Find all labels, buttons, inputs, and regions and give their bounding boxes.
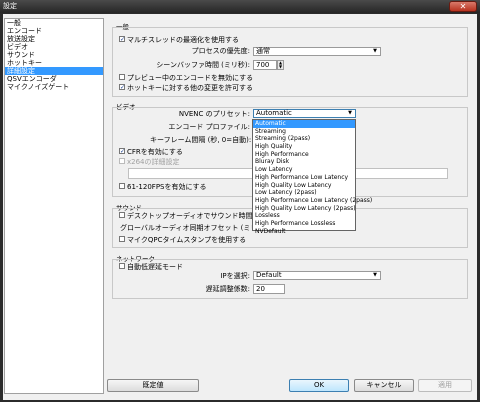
auto-low-latency-label: 自動低遅延モード (127, 263, 183, 271)
mic-qpc-checkbox[interactable] (119, 236, 125, 242)
disable-preview-encode-option[interactable]: プレビュー中のエンコードを無効にする (119, 74, 253, 82)
scene-buffer-value: 700 (256, 61, 270, 69)
chevron-down-icon: ▼ (373, 272, 377, 278)
nvenc-preset-dropdown: Automatic Streaming Streaming (2pass) Hi… (252, 119, 372, 235)
chevron-down-icon: ▼ (348, 110, 352, 116)
cancel-button[interactable]: キャンセル (354, 379, 414, 392)
auto-low-latency-checkbox[interactable] (119, 263, 125, 269)
dropdown-option[interactable]: Streaming (253, 128, 355, 136)
x264-option[interactable]: x264の詳細設定 (119, 158, 180, 166)
apply-button[interactable]: 適用 (418, 379, 472, 392)
dropdown-option[interactable]: Streaming (2pass) (253, 135, 355, 143)
fps-label: 61-120FPSを有効にする (127, 183, 207, 191)
sidebar-item-general[interactable]: 一般 (5, 19, 103, 27)
dropdown-option[interactable]: High Performance Low Latency (2pass) (253, 197, 372, 205)
sidebar-item-qsv-encoder[interactable]: QSVエンコーダ (5, 75, 103, 83)
multithread-label: マルチスレッドの最適化を使用する (127, 36, 239, 44)
multithread-option[interactable]: ✓ マルチスレッドの最適化を使用する (119, 36, 239, 44)
sidebar-item-encode[interactable]: エンコード (5, 27, 103, 35)
scene-buffer-input[interactable]: 700 (253, 60, 277, 70)
latency-factor-input[interactable]: 20 (253, 284, 285, 294)
keyframe-interval-label: キーフレーム間隔 (秒, 0=自動): (150, 136, 252, 144)
chevron-down-icon: ▼ (373, 48, 377, 54)
global-offset-label: グローバルオーディオ同期オフセット (ミリ秒): (120, 224, 270, 232)
nvenc-preset-label: NVENC のプリセット: (178, 110, 250, 118)
close-button[interactable]: ✕ (449, 1, 477, 12)
scene-buffer-stepper[interactable]: ▲ ▼ (277, 60, 284, 70)
latency-factor-value: 20 (256, 285, 265, 293)
disable-preview-encode-checkbox[interactable] (119, 74, 125, 80)
dropdown-option[interactable]: High Performance (253, 151, 355, 159)
encode-profile-label: エンコード プロファイル: (168, 123, 250, 131)
dropdown-option[interactable]: High Quality (253, 143, 355, 151)
sidebar-item-sound[interactable]: サウンド (5, 51, 103, 59)
allow-hotkey-change-checkbox[interactable]: ✓ (119, 84, 125, 91)
sidebar-item-advanced[interactable]: 詳細設定 (5, 67, 103, 75)
dropdown-option[interactable]: High Performance Lossless (253, 220, 355, 228)
ok-button[interactable]: OK (289, 379, 349, 392)
fps-option[interactable]: 61-120FPSを有効にする (119, 183, 207, 191)
allow-hotkey-change-option[interactable]: ✓ ホットキーに対する他の変更を許可する (119, 84, 253, 92)
disable-preview-encode-label: プレビュー中のエンコードを無効にする (127, 74, 254, 82)
cfr-checkbox[interactable]: ✓ (119, 148, 125, 155)
sidebar-item-mic-noise-gate[interactable]: マイクノイズゲート (5, 83, 103, 91)
priority-value: 通常 (256, 47, 270, 55)
ip-value: Default (256, 271, 282, 279)
dropdown-option[interactable]: High Quality Low Latency (253, 182, 355, 190)
scene-buffer-label: シーンバッファ時間 (ミリ秒): (156, 61, 250, 69)
ip-label: IPを選択: (220, 272, 250, 280)
fps-checkbox[interactable] (119, 183, 125, 189)
window-title: 設定 (3, 2, 17, 10)
dropdown-option[interactable]: Lossless (253, 212, 355, 220)
latency-factor-label: 遅延調整係数: (205, 285, 250, 293)
priority-select[interactable]: 通常 ▼ (253, 47, 381, 56)
defaults-button[interactable]: 既定値 (107, 379, 199, 392)
dropdown-option[interactable]: Low Latency (2pass) (253, 189, 355, 197)
cfr-option[interactable]: ✓ CFRを有効にする (119, 148, 183, 156)
dropdown-option[interactable]: NVDefault (253, 228, 355, 236)
x264-label: x264の詳細設定 (127, 158, 180, 166)
mic-qpc-label: マイクQPCタイムスタンプを使用する (127, 236, 247, 244)
nvenc-preset-value: Automatic (256, 109, 292, 117)
x264-checkbox[interactable] (119, 158, 125, 164)
cfr-label: CFRを有効にする (127, 148, 183, 156)
priority-label: プロセスの優先度: (191, 47, 250, 55)
mic-qpc-option[interactable]: マイクQPCタイムスタンプを使用する (119, 236, 246, 244)
multithread-checkbox[interactable]: ✓ (119, 36, 125, 43)
dropdown-option[interactable]: High Performance Low Latency (253, 174, 355, 182)
close-icon: ✕ (459, 2, 467, 11)
auto-low-latency-option[interactable]: 自動低遅延モード (119, 263, 183, 271)
window-titlebar: 設定 (0, 0, 480, 13)
nvenc-preset-select[interactable]: Automatic ▼ (253, 109, 356, 118)
desktop-sync-checkbox[interactable] (119, 212, 125, 218)
dropdown-option[interactable]: Bluray Disk (253, 158, 355, 166)
spin-down-icon: ▼ (278, 64, 283, 69)
settings-sidebar: 一般 エンコード 放送設定 ビデオ サウンド ホットキー 詳細設定 QSVエンコ… (4, 18, 104, 394)
dropdown-option[interactable]: Automatic (253, 120, 355, 128)
dropdown-option[interactable]: Low Latency (253, 166, 355, 174)
allow-hotkey-change-label: ホットキーに対する他の変更を許可する (127, 84, 253, 92)
ip-select[interactable]: Default ▼ (253, 271, 381, 280)
sidebar-item-broadcast[interactable]: 放送設定 (5, 35, 103, 43)
dropdown-option[interactable]: High Quality Low Latency (2pass) (253, 205, 356, 213)
sidebar-item-video[interactable]: ビデオ (5, 43, 103, 51)
sidebar-item-hotkeys[interactable]: ホットキー (5, 59, 103, 67)
